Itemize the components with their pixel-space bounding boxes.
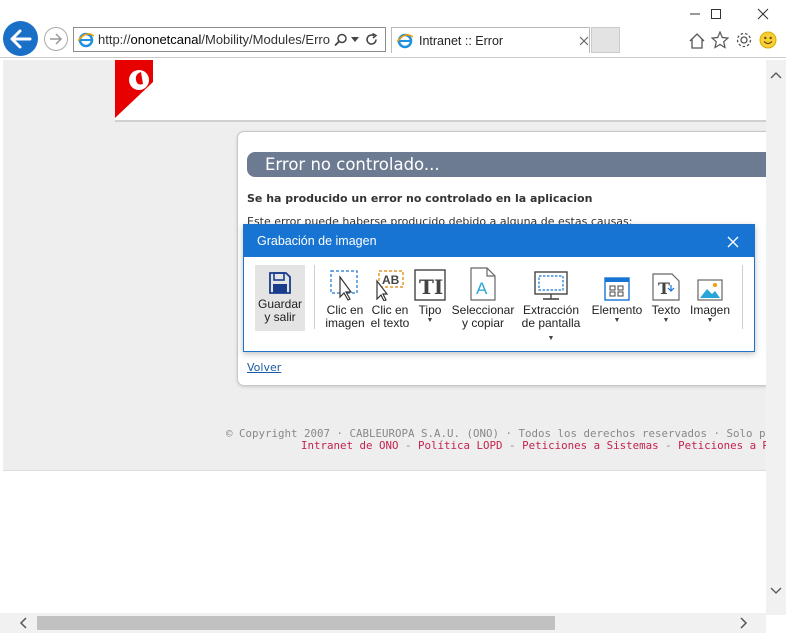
click-text-icon: AB	[373, 265, 407, 301]
footer-link-intranet[interactable]: Intranet de ONO	[301, 439, 399, 452]
save-and-exit-button[interactable]: Guardar y salir	[255, 265, 305, 331]
vodafone-logo-icon	[115, 60, 153, 118]
footer-link-lopd[interactable]: Política LOPD	[418, 439, 503, 452]
back-button[interactable]	[3, 21, 38, 56]
chevron-down-icon: ▼	[613, 317, 621, 324]
element-grid-icon	[604, 265, 630, 301]
element-button[interactable]: Elemento ▼	[591, 265, 643, 325]
screen-capture-button[interactable]: Extracción de pantalla ▼	[518, 265, 584, 343]
scroll-right-icon[interactable]	[737, 616, 751, 630]
back-icon	[10, 29, 31, 48]
smiley-icon[interactable]	[757, 29, 779, 51]
horizontal-scroll-thumb[interactable]	[37, 616, 555, 630]
gear-icon[interactable]	[733, 29, 755, 51]
type-icon: TI	[414, 265, 446, 301]
url-text[interactable]: http://ononetcanal/Mobility/Modules/Erro…	[98, 32, 330, 47]
forward-icon	[50, 33, 63, 45]
chevron-down-icon: ▼	[662, 317, 670, 324]
tab-title: Intranet :: Error	[419, 33, 504, 48]
refresh-icon[interactable]	[365, 33, 378, 46]
image-icon	[697, 265, 723, 301]
svg-text:AB: AB	[382, 273, 400, 287]
chevron-down-icon: ▼	[426, 317, 434, 324]
close-icon[interactable]	[579, 36, 589, 46]
close-icon[interactable]	[726, 234, 740, 248]
window-close-icon[interactable]	[743, 0, 783, 28]
dropdown-icon[interactable]	[351, 36, 359, 43]
ie-icon	[397, 33, 413, 49]
error-title: Error no controlado...	[247, 152, 777, 177]
error-subtitle: Se ha producido un error no controlado e…	[247, 192, 593, 205]
svg-text:A: A	[476, 279, 488, 298]
chevron-down-icon: ▼	[547, 335, 555, 342]
scroll-left-icon[interactable]	[16, 616, 30, 630]
ie-icon	[78, 32, 94, 48]
dialog-title: Grabación de imagen	[244, 225, 754, 257]
text-button[interactable]: T Texto ▼	[649, 265, 683, 325]
image-button[interactable]: Imagen ▼	[688, 265, 732, 325]
new-tab-button[interactable]	[591, 27, 620, 53]
click-on-image-button[interactable]: Clic en imagen	[324, 265, 366, 330]
search-icon[interactable]	[334, 33, 348, 47]
type-button[interactable]: TI Tipo ▼	[414, 265, 446, 325]
footer-links: Intranet de ONO - Política LOPD - Petici…	[301, 439, 786, 452]
toolbar-divider	[314, 265, 315, 329]
scroll-up-icon[interactable]	[766, 68, 786, 82]
click-on-text-button[interactable]: AB Clic en el texto	[369, 265, 411, 330]
back-link[interactable]: Volver	[247, 361, 281, 374]
click-image-icon	[329, 265, 361, 301]
page-header	[115, 60, 766, 122]
forward-button[interactable]	[44, 27, 68, 51]
vertical-scrollbar[interactable]	[766, 60, 786, 615]
document-select-icon: A	[469, 265, 497, 301]
svg-text:TI: TI	[419, 275, 443, 299]
monitor-icon	[534, 265, 568, 301]
scroll-down-icon[interactable]	[766, 584, 786, 598]
maximize-icon[interactable]	[696, 0, 736, 28]
toolbar-divider	[742, 265, 743, 329]
star-icon[interactable]	[709, 29, 731, 51]
text-icon: T	[652, 265, 680, 301]
image-recording-dialog: Grabación de imagen Guardar y salir Clic…	[243, 224, 755, 352]
footer-link-sistemas[interactable]: Peticiones a Sistemas	[522, 439, 659, 452]
select-and-copy-button[interactable]: A Seleccionar y copiar	[451, 265, 515, 330]
floppy-disk-icon	[268, 265, 292, 295]
address-bar[interactable]: http://ononetcanal/Mobility/Modules/Erro…	[73, 27, 386, 52]
chevron-down-icon: ▼	[706, 317, 714, 324]
home-icon[interactable]	[686, 29, 708, 51]
tab-intranet-error[interactable]: Intranet :: Error	[391, 27, 590, 53]
